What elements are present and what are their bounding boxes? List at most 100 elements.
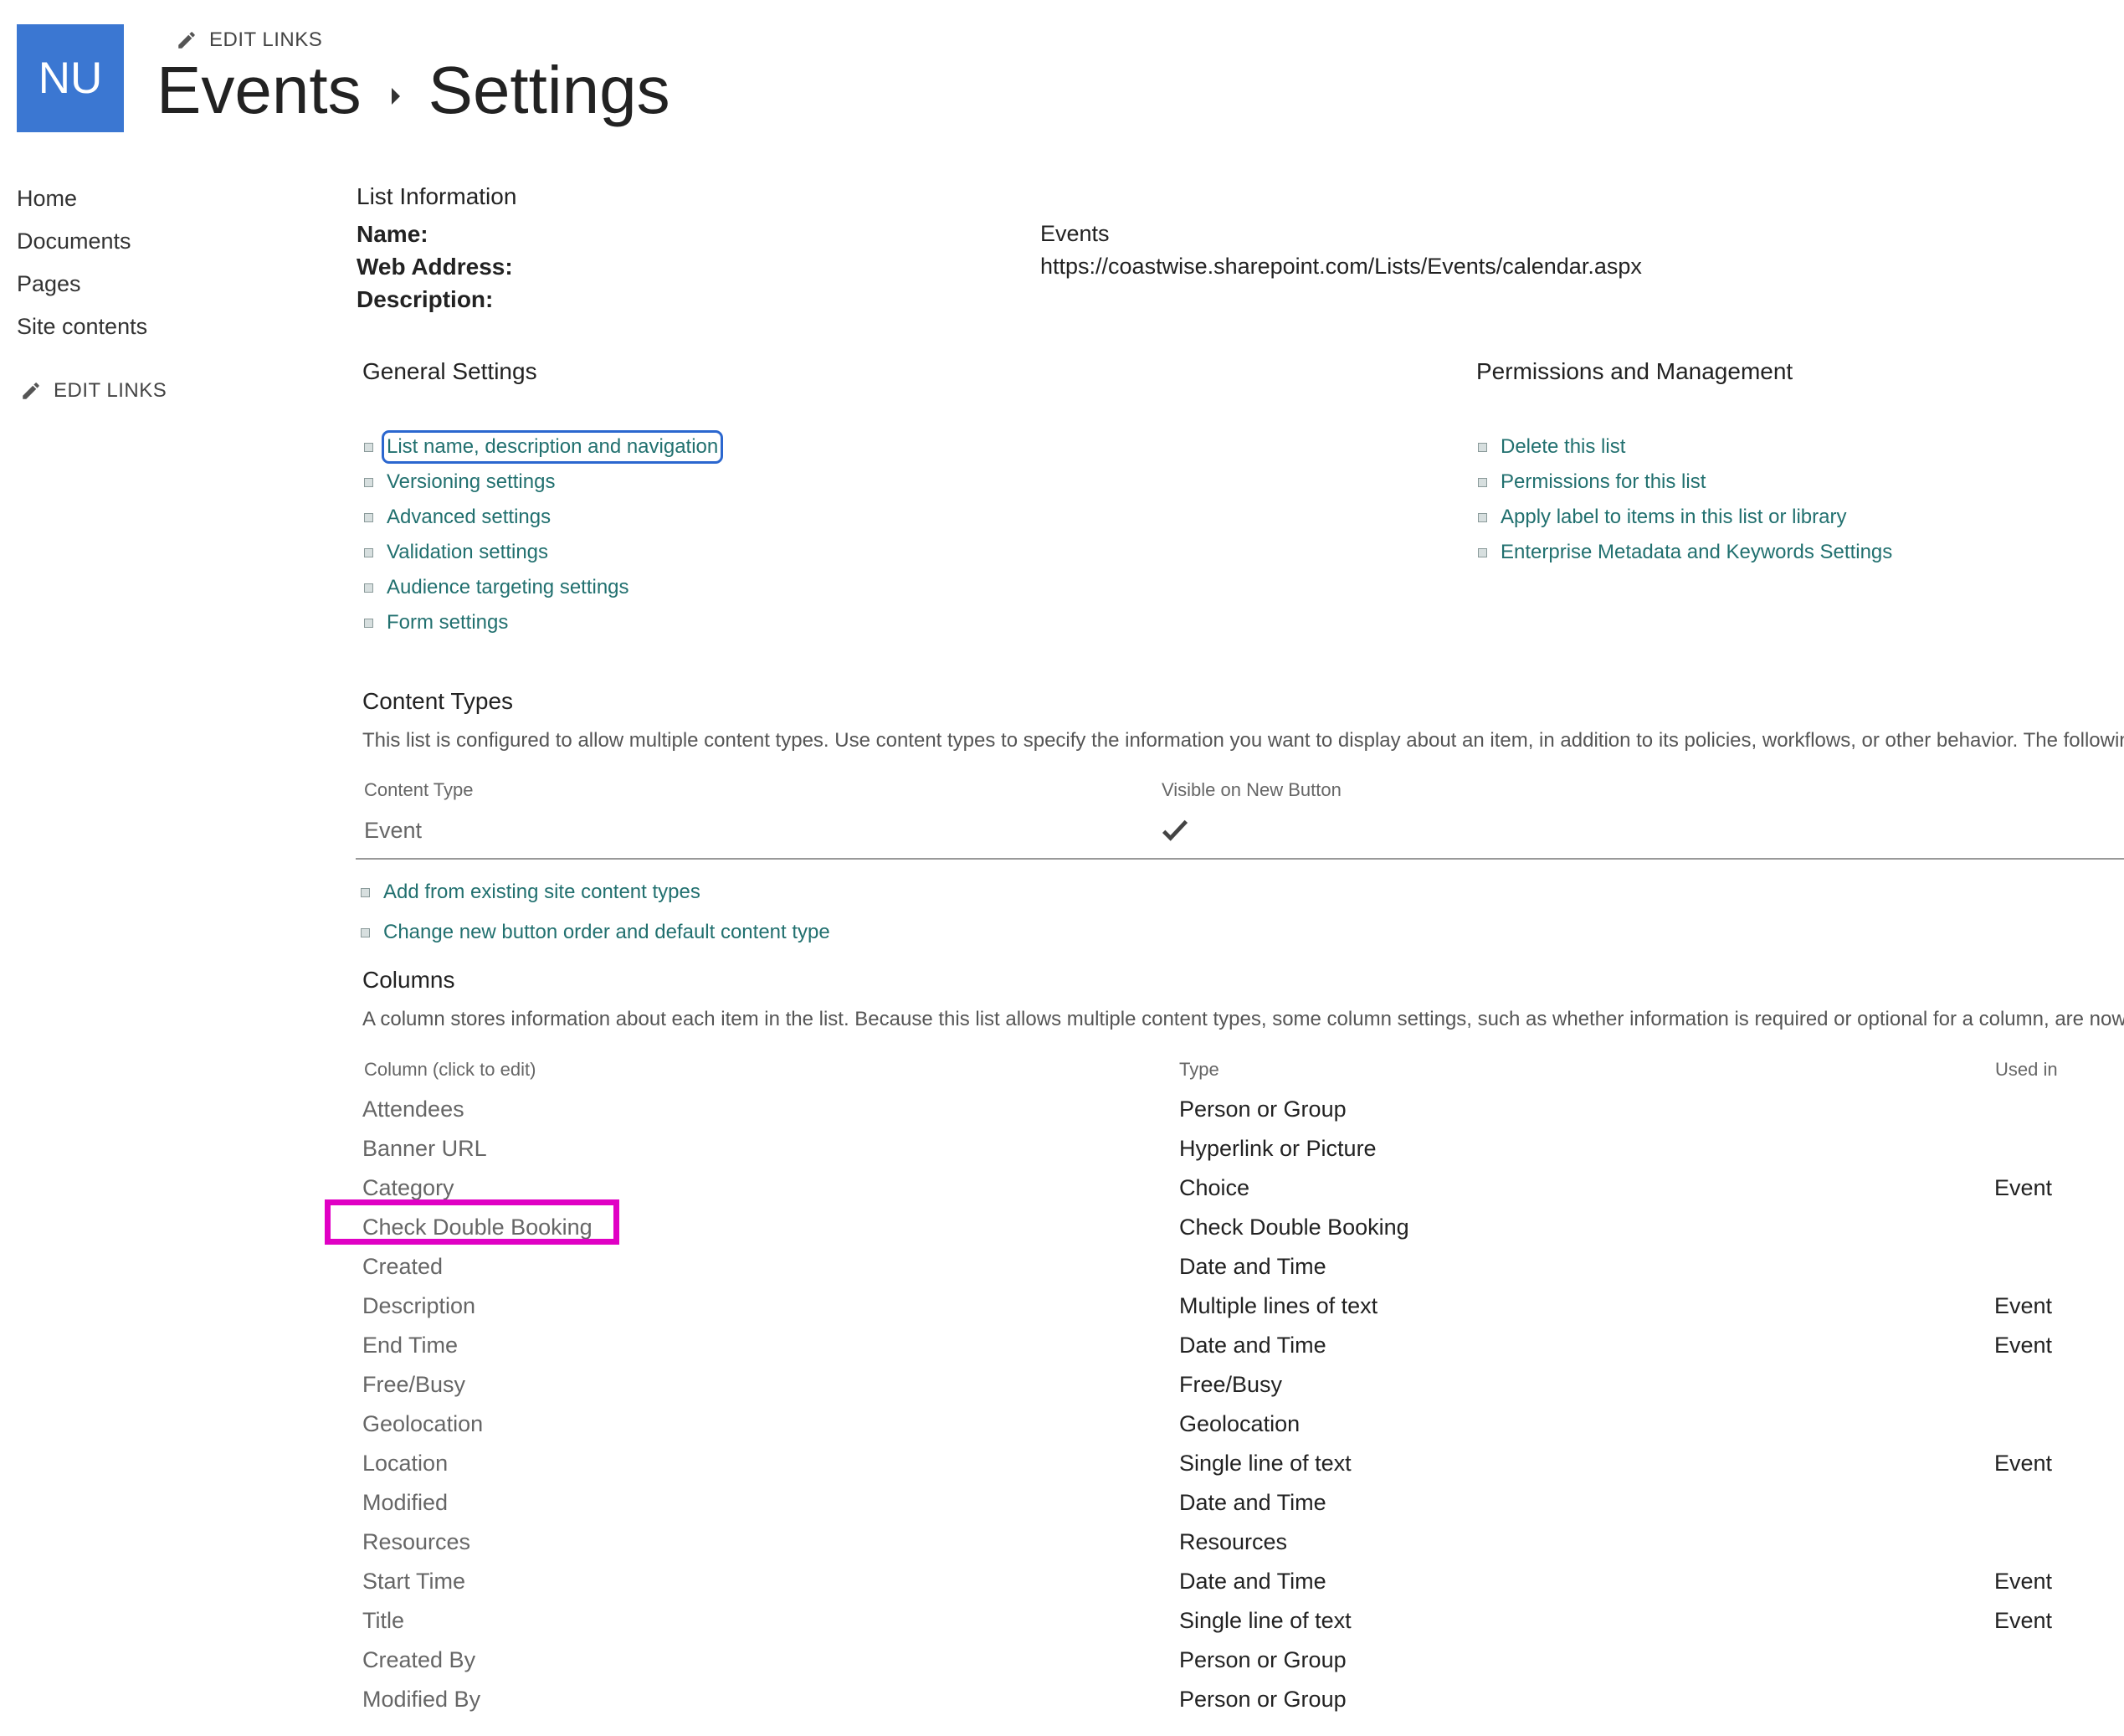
content-types-heading: Content Types <box>362 688 514 714</box>
column-used-in: Event <box>1994 1293 2053 1318</box>
description-label: Description: <box>357 286 494 312</box>
site-logo-text: NU <box>38 54 103 103</box>
column-geolocation[interactable]: Geolocation <box>362 1411 483 1437</box>
name-value: Events <box>1040 221 1110 246</box>
web-address-label: Web Address: <box>357 254 513 280</box>
column-modified[interactable]: Modified <box>362 1490 448 1516</box>
column-created-by[interactable]: Created By <box>362 1647 475 1673</box>
column-location[interactable]: Location <box>362 1451 448 1477</box>
link-change-button-order[interactable]: Change new button order and default cont… <box>361 921 830 944</box>
nav-item-pages[interactable]: Pages <box>17 271 81 297</box>
breadcrumb: Events Settings <box>156 52 670 129</box>
link-label: Validation settings <box>387 541 549 563</box>
columns-heading: Columns <box>362 967 455 993</box>
column-description[interactable]: Description <box>362 1293 475 1319</box>
permissions-heading: Permissions and Management <box>1476 358 1793 384</box>
column-type: Single line of text <box>1179 1451 1352 1476</box>
column-used-in: Event <box>1994 1175 2053 1200</box>
content-type-event[interactable]: Event <box>364 818 422 844</box>
content-types-description: This list is configured to allow multipl… <box>362 729 2124 752</box>
pencil-icon <box>178 32 195 49</box>
link-audience-targeting-settings[interactable]: Audience targeting settings <box>364 576 629 599</box>
bullet-icon <box>1478 547 1487 557</box>
name-label: Name: <box>357 221 428 247</box>
site-logo[interactable]: NU <box>17 24 124 132</box>
column-used-in: Event <box>1994 1608 2053 1633</box>
link-label: Form settings <box>387 611 509 634</box>
link-add-existing-content-types[interactable]: Add from existing site content types <box>361 881 700 904</box>
column-banner-url[interactable]: Banner URL <box>362 1136 487 1162</box>
edit-links-top[interactable]: EDIT LINKS <box>176 28 322 52</box>
general-settings-heading: General Settings <box>362 358 537 384</box>
link-label: Advanced settings <box>387 506 552 528</box>
column-used-in: Event <box>1994 1451 2053 1476</box>
bullet-icon <box>361 887 370 897</box>
edit-links-nav[interactable]: EDIT LINKS <box>20 379 167 403</box>
column-type: Date and Time <box>1179 1333 1326 1358</box>
bullet-icon <box>364 477 373 487</box>
web-address-value: https://coastwise.sharepoint.com/Lists/E… <box>1040 254 1642 279</box>
content-type-col-header: Content Type <box>364 779 474 800</box>
bullet-icon <box>364 442 373 452</box>
link-validation-settings[interactable]: Validation settings <box>364 541 548 564</box>
column-type: Date and Time <box>1179 1569 1326 1594</box>
column-type: Resources <box>1179 1529 1288 1554</box>
column-resources[interactable]: Resources <box>362 1529 470 1555</box>
bullet-icon <box>364 512 373 522</box>
link-advanced-settings[interactable]: Advanced settings <box>364 506 551 529</box>
bullet-icon <box>1478 512 1487 522</box>
bullet-icon <box>1478 442 1487 452</box>
link-label: Audience targeting settings <box>387 576 629 598</box>
column-used-in: Event <box>1994 1569 2053 1594</box>
link-apply-label[interactable]: Apply label to items in this list or lib… <box>1478 506 1846 529</box>
list-information-heading: List Information <box>357 183 517 209</box>
content-types-divider <box>356 858 2124 860</box>
column-type: Hyperlink or Picture <box>1179 1136 1377 1161</box>
bullet-icon <box>364 618 373 628</box>
bullet-icon <box>361 927 370 937</box>
link-label: Apply label to items in this list or lib… <box>1501 506 1847 528</box>
link-label: Permissions for this list <box>1501 470 1706 493</box>
link-list-name-description-navigation[interactable]: List name, description and navigation <box>364 430 724 464</box>
column-type: Person or Group <box>1179 1097 1347 1122</box>
link-permissions-for-this-list[interactable]: Permissions for this list <box>1478 470 1706 494</box>
column-col-header: Column (click to edit) <box>364 1059 536 1080</box>
checkmark-icon <box>1162 819 1188 841</box>
link-versioning-settings[interactable]: Versioning settings <box>364 470 555 494</box>
column-start-time[interactable]: Start Time <box>362 1569 465 1595</box>
link-label: Enterprise Metadata and Keywords Setting… <box>1501 541 1893 563</box>
columns-description: A column stores information about each i… <box>362 1008 2124 1030</box>
column-modified-by[interactable]: Modified By <box>362 1687 480 1713</box>
column-type: Multiple lines of text <box>1179 1293 1378 1318</box>
link-delete-this-list[interactable]: Delete this list <box>1478 435 1625 459</box>
column-end-time[interactable]: End Time <box>362 1333 458 1358</box>
breadcrumb-events[interactable]: Events <box>156 52 362 129</box>
column-free-busy[interactable]: Free/Busy <box>362 1372 465 1398</box>
link-label: Add from existing site content types <box>383 881 700 903</box>
highlight-box <box>325 1199 619 1245</box>
link-label: Change new button order and default cont… <box>383 921 830 943</box>
column-type: Check Double Booking <box>1179 1215 1409 1240</box>
nav-item-site-contents[interactable]: Site contents <box>17 314 147 340</box>
link-label: Versioning settings <box>387 470 556 493</box>
link-form-settings[interactable]: Form settings <box>364 611 508 634</box>
column-attendees[interactable]: Attendees <box>362 1097 464 1122</box>
nav-item-home[interactable]: Home <box>17 186 77 212</box>
link-label: List name, description and navigation <box>381 430 724 464</box>
column-title[interactable]: Title <box>362 1608 404 1634</box>
breadcrumb-settings: Settings <box>428 53 670 127</box>
column-type: Date and Time <box>1179 1490 1326 1515</box>
column-type: Date and Time <box>1179 1254 1326 1279</box>
used-in-col-header: Used in <box>1995 1059 2058 1080</box>
column-type: Choice <box>1179 1175 1250 1200</box>
nav-item-documents[interactable]: Documents <box>17 229 131 254</box>
type-col-header: Type <box>1179 1059 1219 1080</box>
link-label: Delete this list <box>1501 435 1626 458</box>
column-type: Geolocation <box>1179 1411 1301 1436</box>
edit-links-label: EDIT LINKS <box>54 379 167 402</box>
column-category[interactable]: Category <box>362 1175 454 1201</box>
column-type: Single line of text <box>1179 1608 1352 1633</box>
column-type: Person or Group <box>1179 1687 1347 1712</box>
column-created[interactable]: Created <box>362 1254 443 1280</box>
link-enterprise-metadata[interactable]: Enterprise Metadata and Keywords Setting… <box>1478 541 1892 564</box>
